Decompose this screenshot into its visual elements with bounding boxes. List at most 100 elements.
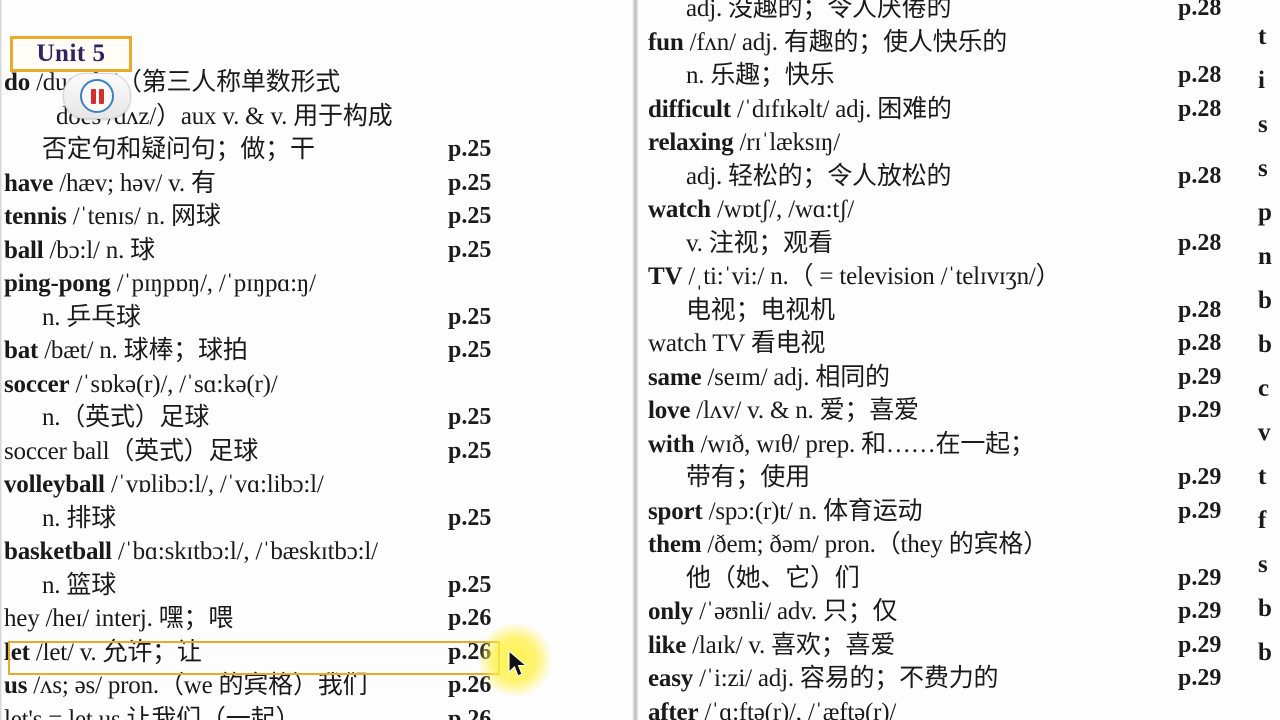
entry-row[interactable]: hey /heɪ/ interj. 嘿；喂 p.26 [4, 602, 632, 636]
entry-definition: /hæv; həv/ v. 有 [53, 169, 216, 197]
entry-text: relaxing /rɪˈlæksɪŋ/ [648, 126, 840, 160]
entry-row[interactable]: easy /ˈi:zi/ adj. 容易的；不费力的 p.29 [648, 662, 1256, 696]
entry-row[interactable]: sport /spɔ:(r)t/ n. 体育运动 p.29 [648, 495, 1256, 529]
entry-row-selected[interactable]: let /let/ v. 允许；让 p.26 [4, 636, 632, 670]
entry-text: them /ðem; ðəm/ pron.（they 的宾格） [648, 528, 1048, 562]
entry-row[interactable]: love /lʌv/ v. & n. 爱；喜爱 p.29 [648, 394, 1256, 428]
page-reference: p.29 [1178, 665, 1222, 691]
entry-row-clipped[interactable]: c [1258, 374, 1269, 404]
entry-row[interactable]: only /ˈəʊnli/ adv. 只；仅 p.29 [648, 595, 1256, 629]
entry-row-clipped[interactable]: b [1258, 594, 1272, 624]
entry-text: watch TV 看电视 [648, 330, 826, 357]
page-reference: p.28 [1178, 62, 1222, 88]
page-reference: p.28 [1178, 0, 1222, 21]
entry-row[interactable]: tennis /ˈtenɪs/ n. 网球 p.25 [4, 200, 632, 234]
audio-pause-button[interactable] [63, 73, 131, 119]
entry-definition: /ˈəʊnli/ adv. 只；仅 [693, 598, 898, 625]
entry-row-clipped[interactable]: b [1258, 330, 1272, 360]
entry-row[interactable]: bat /bæt/ n. 球棒；球拍 p.25 [4, 334, 632, 368]
entry-row[interactable]: volleyball /ˈvɒlibɔ:l/, /ˈvɑ:libɔ:l/ [4, 468, 632, 502]
entry-row-clipped[interactable]: s [1258, 110, 1268, 140]
entry-row[interactable]: 带有；使用 p.29 [648, 461, 1256, 495]
entry-row[interactable]: watch /wɒtʃ/, /wɑ:tʃ/ [648, 193, 1256, 227]
entry-text: n. 乒乓球 [42, 303, 141, 331]
entry-row-clipped[interactable]: i [1258, 66, 1265, 96]
entry-row[interactable]: n. 篮球 p.25 [4, 569, 632, 603]
entry-row-clipped[interactable]: t [1258, 462, 1266, 492]
entry-row[interactable]: ball /bɔ:l/ n. 球 p.25 [4, 234, 632, 268]
entry-row[interactable]: basketball /ˈbɑ:skɪtbɔ:l/, /ˈbæskɪtbɔ:l/ [4, 535, 632, 569]
page-reference: p.28 [1178, 330, 1222, 356]
headword: do [4, 69, 31, 96]
entry-text: bat /bæt/ n. 球棒；球拍 [4, 334, 248, 368]
entry-row[interactable]: n.（英式）足球 p.25 [4, 401, 632, 435]
entry-row[interactable]: TV /ˌti:ˈvi:/ n.（ = television /ˈtelɪvɪʒ… [648, 260, 1256, 294]
entry-row-clipped[interactable]: t [1258, 22, 1266, 52]
page-reference: p.26 [448, 672, 492, 698]
entry-text: 电视；电视机 [686, 296, 835, 324]
pause-bar-left [90, 88, 96, 104]
entry-row[interactable]: difficult /ˈdɪfɪkəlt/ adj. 困难的 p.28 [648, 93, 1256, 127]
entry-row[interactable]: fun /fʌn/ adj. 有趣的；使人快乐的 [648, 26, 1256, 60]
headword: easy [648, 665, 694, 692]
entry-row-clipped[interactable]: n [1258, 242, 1272, 272]
entry-row[interactable]: with /wɪð, wɪθ/ prep. 和……在一起； [648, 428, 1256, 462]
headword: have [4, 169, 54, 197]
entry-text-fragment: p [1258, 199, 1272, 226]
headword: TV [648, 263, 683, 290]
page-left-edge [0, 0, 2, 720]
entry-row-clipped[interactable]: b [1258, 638, 1272, 668]
entry-row[interactable]: let's = let us 让我们（一起） p.26 [4, 703, 632, 720]
entry-text: does /dʌz/）aux v. & v. 用于构成 [56, 102, 393, 130]
entry-text: ball /bɔ:l/ n. 球 [4, 234, 155, 268]
page-reference: p.25 [448, 236, 492, 263]
headword: tennis [4, 203, 67, 230]
entry-row[interactable]: have /hæv; həv/ v. 有 p.25 [4, 167, 632, 201]
headword: same [648, 363, 702, 391]
page-reference: p.29 [1178, 397, 1222, 423]
unit-heading-box: Unit 5 [10, 36, 132, 72]
entry-text: volleyball /ˈvɒlibɔ:l/, /ˈvɑ:libɔ:l/ [4, 468, 324, 502]
entry-row[interactable]: soccer /ˈsɒkə(r)/, /ˈsɑ:kə(r)/ [4, 368, 632, 402]
entry-row[interactable]: n. 乐趣；快乐 p.28 [648, 59, 1256, 93]
entry-definition: /ˈvɒlibɔ:l/, /ˈvɑ:libɔ:l/ [104, 471, 324, 498]
entry-row-clipped[interactable]: s [1258, 154, 1268, 184]
entry-row[interactable]: them /ðem; ðəm/ pron.（they 的宾格） [648, 528, 1256, 562]
entry-text-fragment: t [1258, 463, 1267, 490]
entry-row[interactable]: soccer ball（英式）足球 p.25 [4, 435, 632, 469]
entry-row[interactable]: n. 乒乓球 p.25 [4, 301, 632, 335]
page-reference: p.25 [448, 337, 492, 363]
entry-row[interactable]: same /seɪm/ adj. 相同的 p.29 [648, 361, 1256, 395]
entry-row[interactable]: after /ˈɑ:ftə(r)/, /ˈæftə(r)/ [648, 696, 1256, 720]
entry-row[interactable]: adj. 没趣的；令人厌倦的 p.28 [648, 0, 1256, 26]
entry-row[interactable]: 电视；电视机 p.28 [648, 294, 1256, 328]
entry-text: watch /wɒtʃ/, /wɑ:tʃ/ [648, 193, 854, 227]
entry-text-fragment: t [1258, 23, 1267, 50]
entry-row[interactable]: adj. 轻松的；令人放松的 p.28 [648, 160, 1256, 194]
entry-row[interactable]: 否定句和疑问句；做；干 p.25 [4, 133, 632, 167]
entry-row[interactable]: 他（她、它）们 p.29 [648, 562, 1256, 596]
entry-row[interactable]: v. 注视；观看 p.28 [648, 227, 1256, 261]
entry-row[interactable]: ping-pong /ˈpɪŋpɒŋ/, /ˈpɪŋpɑ:ŋ/ [4, 267, 632, 301]
page-reference: p.25 [448, 169, 492, 196]
entry-definition: /laɪk/ v. 喜欢；喜爱 [686, 631, 896, 659]
entry-row[interactable]: like /laɪk/ v. 喜欢；喜爱 p.29 [648, 629, 1256, 663]
entry-row-clipped[interactable]: f [1258, 506, 1266, 536]
entry-row-clipped[interactable]: b [1258, 286, 1272, 316]
entry-row[interactable]: n. 排球 p.25 [4, 502, 632, 536]
entry-row-clipped[interactable]: v [1258, 418, 1271, 448]
entry-row-clipped[interactable]: p [1258, 198, 1272, 228]
page-reference: p.29 [1178, 631, 1222, 658]
entry-text: love /lʌv/ v. & n. 爱；喜爱 [648, 394, 919, 428]
entry-row[interactable]: us /ʌs; əs/ pron.（we 的宾格）我们 p.26 [4, 669, 632, 703]
entry-row[interactable]: watch TV 看电视 p.28 [648, 327, 1256, 361]
headword: us [4, 672, 28, 699]
headword: watch [648, 196, 711, 223]
entry-row[interactable]: relaxing /rɪˈlæksɪŋ/ [648, 126, 1256, 160]
page-reference: p.28 [1178, 162, 1222, 189]
entry-text: soccer ball（英式）足球 [4, 437, 259, 465]
entry-text: soccer /ˈsɒkə(r)/, /ˈsɑ:kə(r)/ [4, 368, 278, 402]
entry-text: us /ʌs; əs/ pron.（we 的宾格）我们 [4, 669, 368, 703]
page-reference: p.25 [448, 203, 492, 229]
entry-row-clipped[interactable]: s [1258, 550, 1268, 580]
